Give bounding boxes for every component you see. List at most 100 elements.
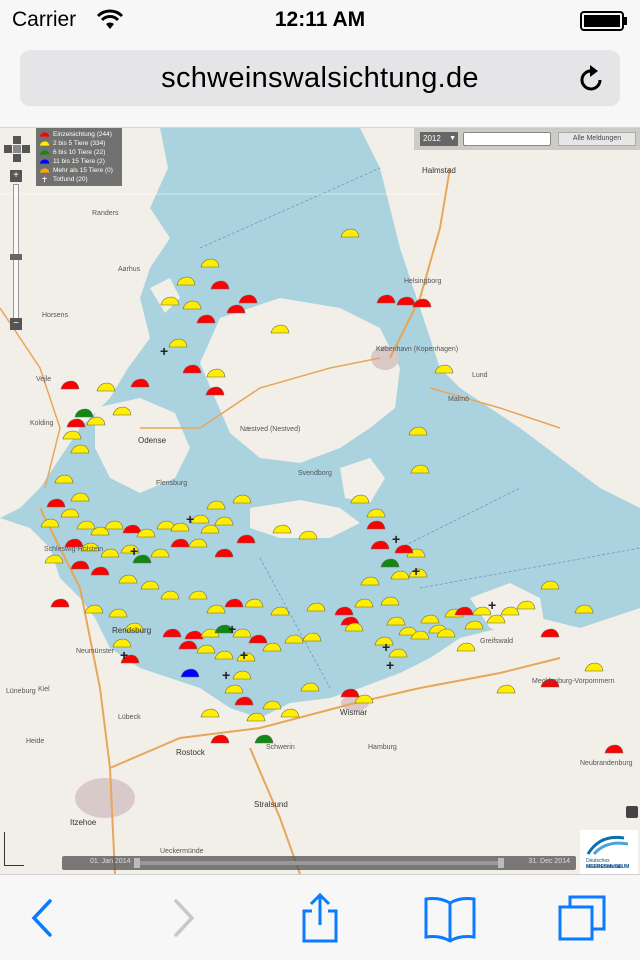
sighting-marker[interactable] <box>40 518 60 528</box>
sighting-marker[interactable] <box>244 598 264 608</box>
sighting-marker[interactable] <box>464 620 484 630</box>
sighting-marker[interactable] <box>70 492 90 502</box>
sighting-marker[interactable] <box>210 280 230 290</box>
sighting-marker[interactable] <box>150 548 170 558</box>
sighting-marker[interactable] <box>50 598 70 608</box>
sighting-marker[interactable] <box>454 606 474 616</box>
sighting-marker[interactable] <box>84 604 104 614</box>
dead-find-marker[interactable]: + <box>488 598 496 612</box>
sighting-marker[interactable] <box>232 670 252 680</box>
sighting-marker[interactable] <box>334 606 354 616</box>
sighting-marker[interactable] <box>206 604 226 614</box>
sighting-marker[interactable] <box>54 474 74 484</box>
sighting-marker[interactable] <box>182 300 202 310</box>
sighting-marker[interactable] <box>344 622 364 632</box>
sighting-marker[interactable] <box>574 604 594 614</box>
sighting-marker[interactable] <box>366 520 386 530</box>
sighting-marker[interactable] <box>238 294 258 304</box>
sighting-marker[interactable] <box>112 406 132 416</box>
sighting-marker[interactable] <box>168 338 188 348</box>
sighting-marker[interactable] <box>226 304 246 314</box>
sighting-marker[interactable] <box>516 600 536 610</box>
sighting-marker[interactable] <box>210 734 230 744</box>
sighting-marker[interactable] <box>232 494 252 504</box>
sighting-marker[interactable] <box>86 416 106 426</box>
sighting-marker[interactable] <box>390 570 410 580</box>
sighting-marker[interactable] <box>262 642 282 652</box>
sighting-marker[interactable] <box>206 368 226 378</box>
time-handle-end[interactable] <box>498 858 504 868</box>
sighting-marker[interactable] <box>420 614 440 624</box>
sighting-marker[interactable] <box>366 508 386 518</box>
sighting-marker[interactable] <box>354 598 374 608</box>
sighting-marker[interactable] <box>412 298 432 308</box>
sighting-marker[interactable] <box>214 548 234 558</box>
sighting-marker[interactable] <box>200 708 220 718</box>
time-track[interactable] <box>138 861 498 865</box>
sighting-marker[interactable] <box>160 590 180 600</box>
address-bar[interactable]: schweinswalsichtung.de <box>20 50 620 106</box>
sighting-marker[interactable] <box>66 418 86 428</box>
back-chevron-icon[interactable] <box>14 893 74 943</box>
sighting-marker[interactable] <box>104 520 124 530</box>
dead-find-marker[interactable]: + <box>186 512 194 526</box>
sighting-marker[interactable] <box>118 574 138 584</box>
sighting-marker[interactable] <box>196 314 216 324</box>
sighting-marker[interactable] <box>62 430 82 440</box>
dead-find-marker[interactable]: + <box>386 658 394 672</box>
sighting-marker[interactable] <box>408 426 428 436</box>
sighting-marker[interactable] <box>376 294 396 304</box>
share-icon[interactable] <box>290 893 350 943</box>
sighting-marker[interactable] <box>434 364 454 374</box>
sighting-marker[interactable] <box>410 464 430 474</box>
sighting-marker[interactable] <box>270 324 290 334</box>
zoom-out-button[interactable]: − <box>10 318 22 330</box>
sighting-marker[interactable] <box>254 734 274 744</box>
sighting-marker[interactable] <box>410 630 430 640</box>
sighting-marker[interactable] <box>386 616 406 626</box>
time-handle-start[interactable] <box>134 858 140 868</box>
sighting-marker[interactable] <box>340 688 360 698</box>
sighting-marker[interactable] <box>130 378 150 388</box>
sighting-marker[interactable] <box>214 516 234 526</box>
dead-find-marker[interactable]: + <box>130 544 138 558</box>
dead-find-marker[interactable]: + <box>392 532 400 546</box>
sighting-marker[interactable] <box>540 628 560 638</box>
sighting-marker[interactable] <box>136 528 156 538</box>
sighting-marker[interactable] <box>496 684 516 694</box>
sighting-marker[interactable] <box>380 596 400 606</box>
sighting-marker[interactable] <box>380 558 400 568</box>
sighting-marker[interactable] <box>178 640 198 650</box>
museum-logo[interactable]: Deutsches Meeresmuseum MEERESMUSEUM <box>580 830 638 874</box>
dead-find-marker[interactable]: + <box>412 564 420 578</box>
pan-control-icon[interactable] <box>4 136 30 162</box>
sighting-marker[interactable] <box>284 634 304 644</box>
sighting-marker[interactable] <box>90 566 110 576</box>
dead-find-marker[interactable]: + <box>160 344 168 358</box>
sighting-marker[interactable] <box>300 682 320 692</box>
sighting-marker[interactable] <box>70 560 90 570</box>
layers-icon[interactable] <box>626 806 638 818</box>
sighting-marker[interactable] <box>302 632 322 642</box>
sighting-marker[interactable] <box>46 498 66 508</box>
zoom-slider-track[interactable] <box>13 184 19 320</box>
zoom-in-button[interactable]: + <box>10 170 22 182</box>
sighting-marker[interactable] <box>205 386 225 396</box>
sighting-marker[interactable] <box>70 444 90 454</box>
sighting-marker[interactable] <box>224 684 244 694</box>
sighting-marker[interactable] <box>272 524 292 534</box>
sighting-marker[interactable] <box>540 580 560 590</box>
tabs-icon[interactable] <box>554 893 614 943</box>
dead-find-marker[interactable]: + <box>120 648 128 662</box>
all-reports-button[interactable]: Alle Meldungen <box>558 132 636 146</box>
url-text[interactable]: schweinswalsichtung.de <box>20 62 620 95</box>
year-select[interactable]: 2012 ▼ <box>420 132 458 146</box>
sighting-marker[interactable] <box>196 644 216 654</box>
sighting-marker[interactable] <box>270 606 290 616</box>
bookmarks-icon[interactable] <box>420 893 480 943</box>
sighting-marker[interactable] <box>108 608 128 618</box>
map-search-input[interactable] <box>463 132 551 146</box>
sighting-marker[interactable] <box>584 662 604 672</box>
sighting-marker[interactable] <box>160 296 180 306</box>
sighting-marker[interactable] <box>188 590 208 600</box>
